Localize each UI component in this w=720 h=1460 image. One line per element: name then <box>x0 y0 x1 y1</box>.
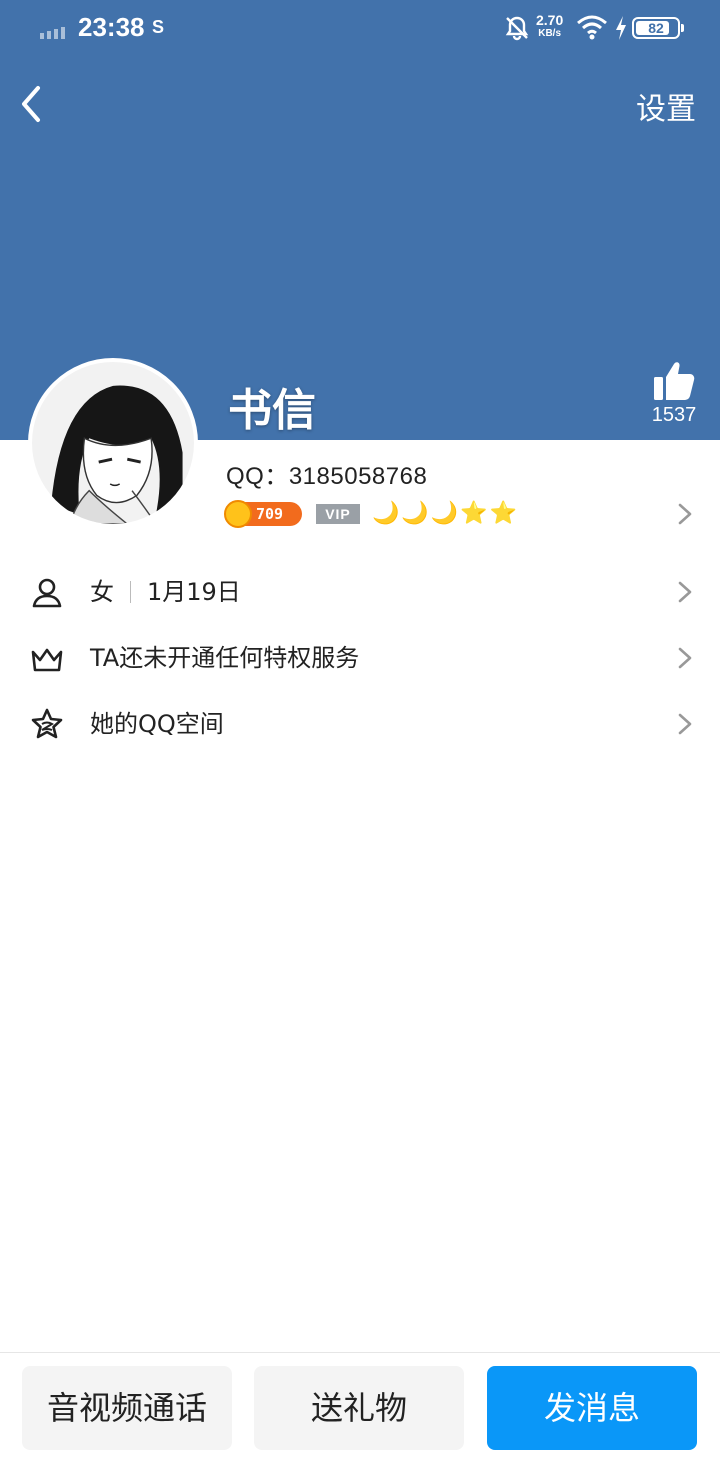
thumbs-up-icon <box>654 362 695 400</box>
profile-page: 23:38 S 2.70 KB/s 82 设置 书信 1537 QQ：31850… <box>0 0 720 1460</box>
send-message-button[interactable]: 发消息 <box>487 1366 697 1450</box>
badges-row[interactable]: 709 VIP 🌙 🌙 🌙 ⭐ ⭐ <box>224 500 676 528</box>
gender-birthday-text: 女 1月19日 <box>90 576 241 608</box>
avatar-image <box>32 362 194 524</box>
crown-icon <box>31 648 63 672</box>
gender-birthday-row[interactable]: 女 1月19日 <box>0 562 720 622</box>
chevron-right-icon[interactable] <box>674 500 696 528</box>
person-icon <box>32 578 62 608</box>
gender-value: 女 <box>90 578 114 606</box>
network-speed-value: 2.70 <box>536 12 564 28</box>
network-speed: 2.70 KB/s <box>536 12 564 40</box>
qzone-text: 她的QQ空间 <box>90 710 224 738</box>
star-level-icon: ⭐ <box>460 501 488 526</box>
charging-icon <box>616 16 626 40</box>
battery-icon: 82 <box>632 17 684 39</box>
star-icon <box>31 708 63 739</box>
wifi-icon <box>577 15 607 40</box>
back-button[interactable] <box>14 82 54 126</box>
status-bar: 23:38 S 2.70 KB/s 82 <box>0 0 720 58</box>
notifications-muted-icon <box>505 16 529 41</box>
bottom-action-bar: 音视频通话 送礼物 发消息 <box>0 1352 720 1460</box>
privilege-text: TA还未开通任何特权服务 <box>90 644 360 672</box>
qq-number: QQ：3185058768 <box>226 463 428 490</box>
send-gift-button[interactable]: 送礼物 <box>254 1366 464 1450</box>
vip-badge: VIP <box>316 504 360 524</box>
moon-icon: 🌙 <box>372 501 400 526</box>
status-time: 23:38 <box>78 12 145 42</box>
like-count: 1537 <box>651 404 697 426</box>
sim-icon: S <box>152 17 165 37</box>
qzone-row[interactable]: 她的QQ空间 <box>0 694 720 754</box>
coin-level-badge: 709 <box>224 500 302 528</box>
profile-name: 书信 <box>228 385 316 436</box>
chevron-right-icon <box>678 581 692 603</box>
coin-level-value: 709 <box>256 505 284 523</box>
birthday-value: 1月19日 <box>147 578 241 606</box>
level-icons: 🌙 🌙 🌙 ⭐ ⭐ <box>372 500 517 528</box>
moon-icon: 🌙 <box>401 501 429 526</box>
divider <box>130 581 131 603</box>
coin-icon <box>224 500 252 528</box>
privilege-row[interactable]: TA还未开通任何特权服务 <box>0 628 720 688</box>
battery-percent: 82 <box>648 20 664 36</box>
like-button[interactable]: 1537 <box>644 360 704 432</box>
video-call-button[interactable]: 音视频通话 <box>22 1366 232 1450</box>
star-level-icon: ⭐ <box>489 501 518 526</box>
moon-icon: 🌙 <box>430 501 459 526</box>
avatar[interactable] <box>28 358 198 528</box>
settings-button[interactable]: 设置 <box>636 84 696 128</box>
signal-icon <box>40 27 65 39</box>
chevron-right-icon <box>678 713 692 735</box>
chevron-right-icon <box>678 647 692 669</box>
network-speed-unit: KB/s <box>538 28 562 39</box>
back-icon <box>22 86 40 122</box>
